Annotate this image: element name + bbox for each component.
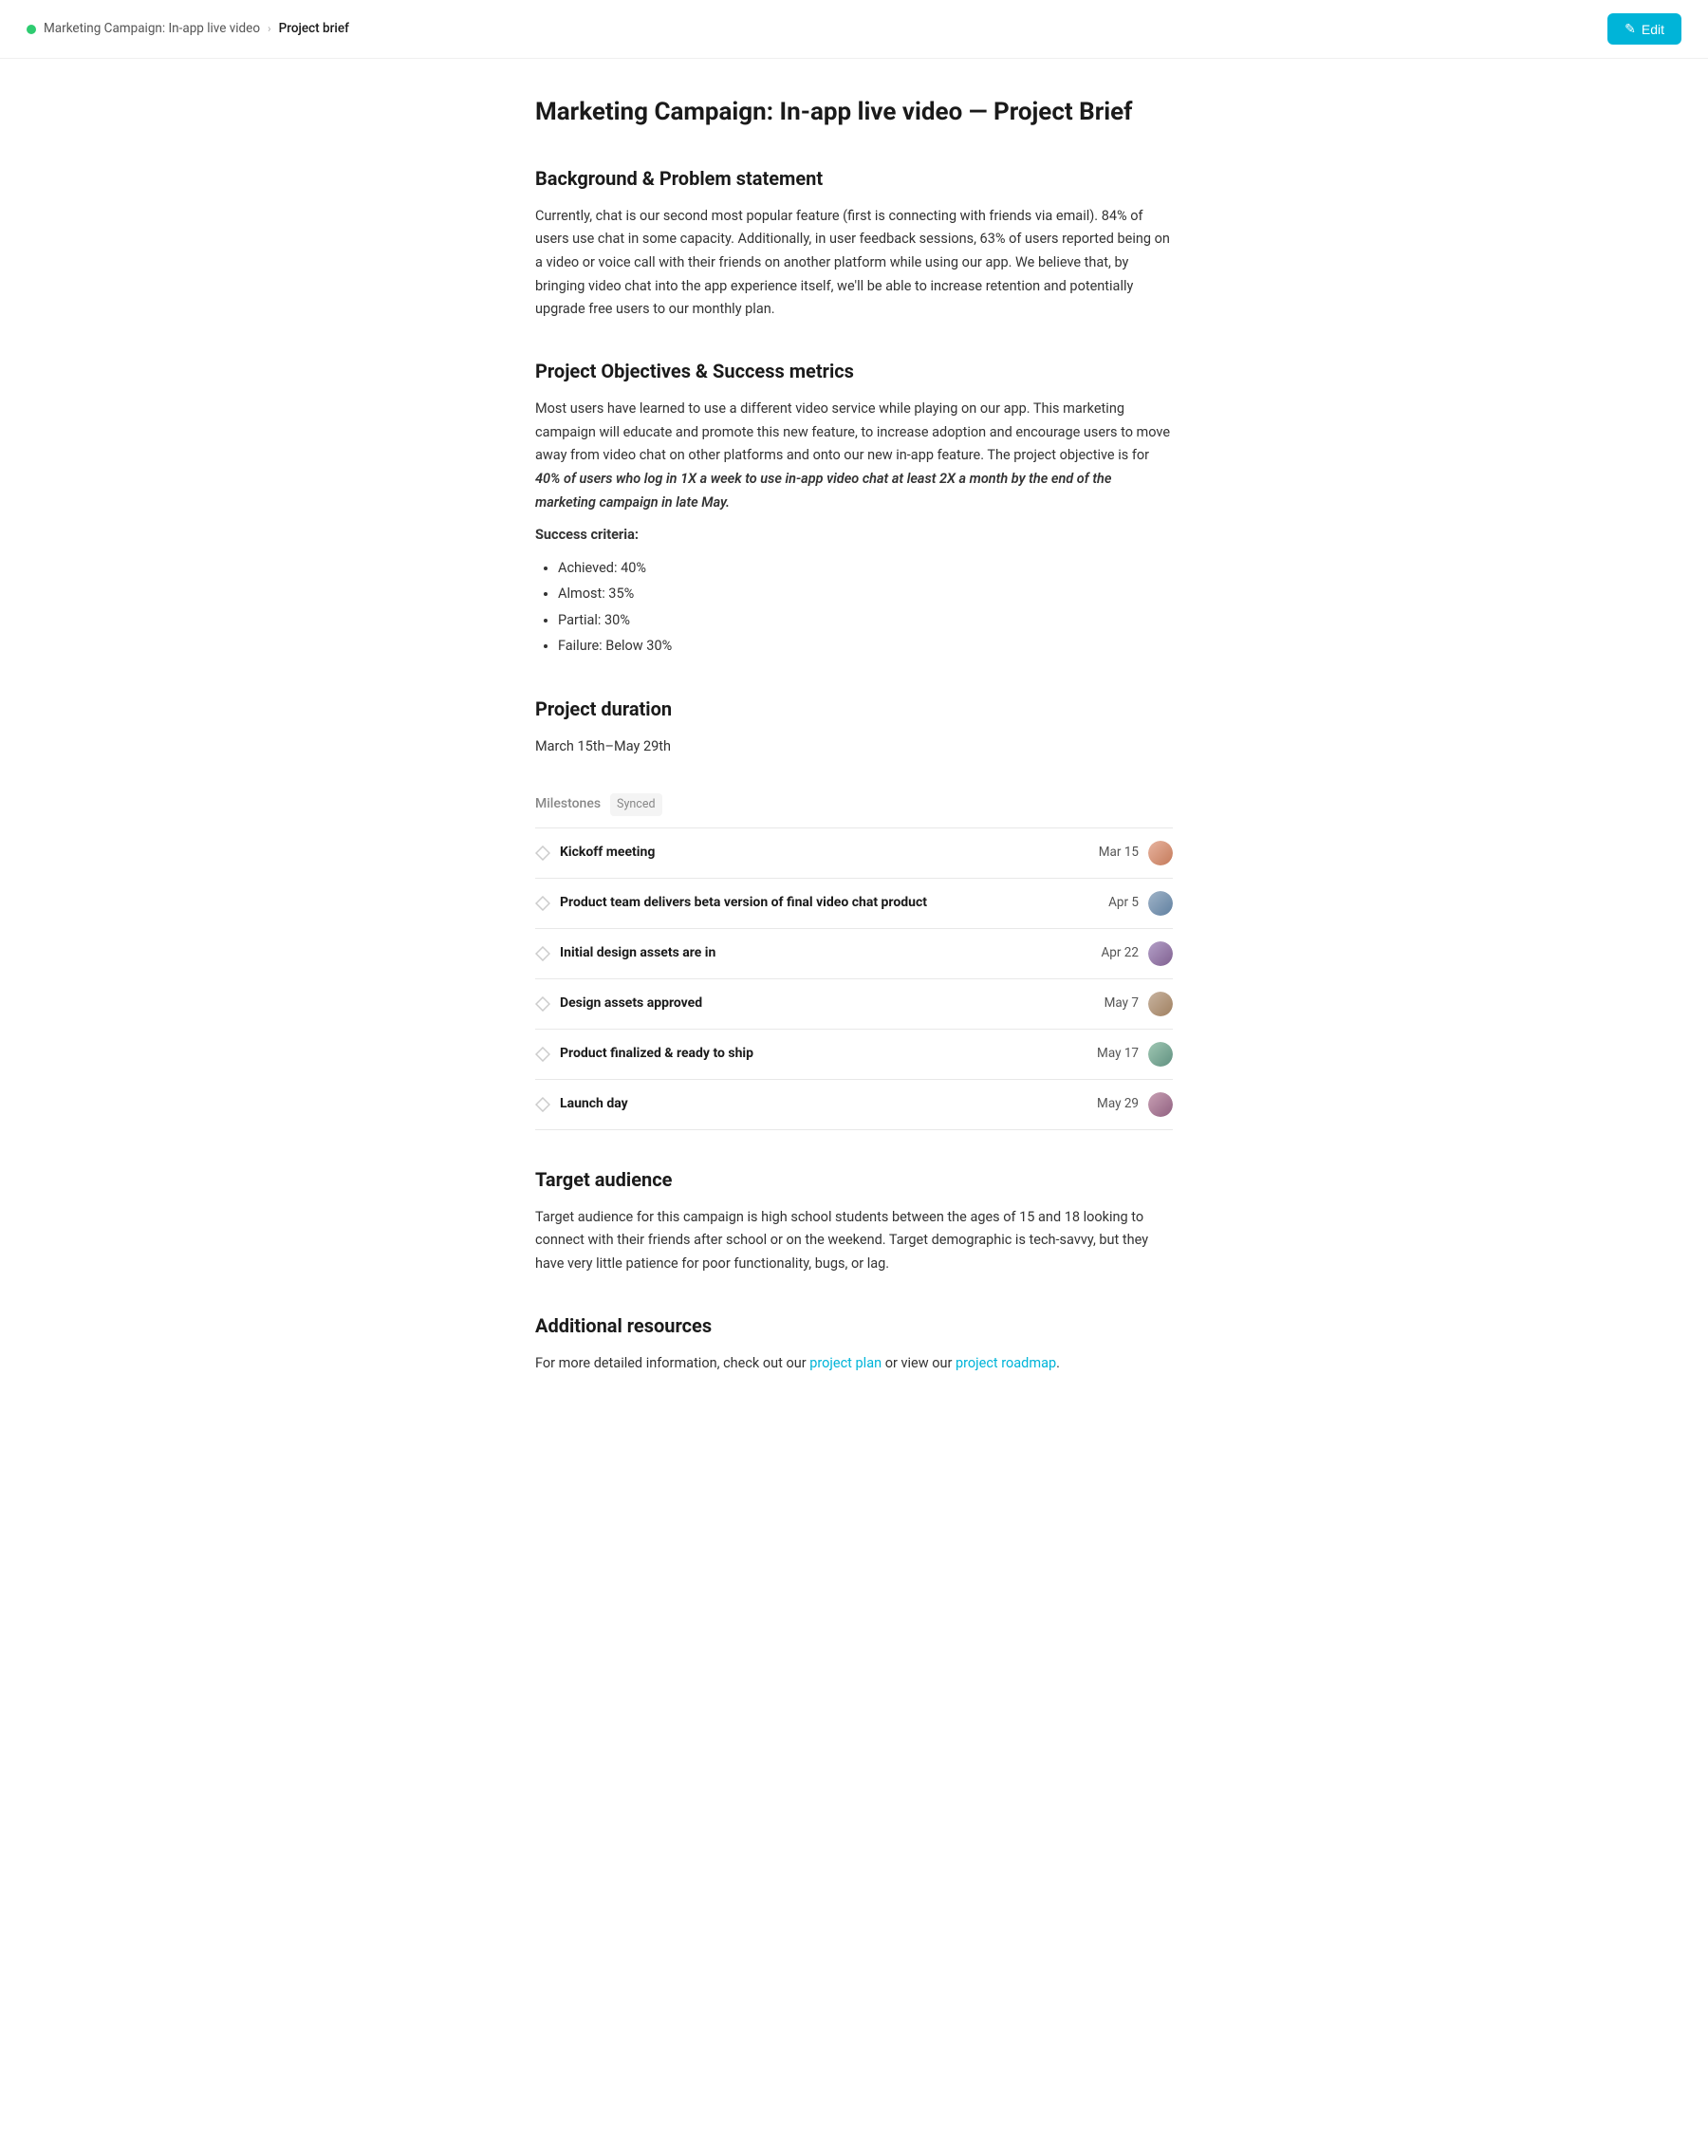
avatar bbox=[1148, 1042, 1173, 1067]
avatar-image bbox=[1148, 1092, 1173, 1117]
avatar-image bbox=[1148, 941, 1173, 966]
project-plan-link[interactable]: project plan bbox=[809, 1355, 882, 1371]
milestone-right: Mar 15 bbox=[1099, 841, 1173, 865]
section-milestones: Milestones Synced Kickoff meeting Mar 15 bbox=[535, 793, 1173, 1130]
edit-button-label: Edit bbox=[1642, 22, 1664, 37]
avatar bbox=[1148, 941, 1173, 966]
resources-prefix: For more detailed information, check out… bbox=[535, 1355, 809, 1371]
milestone-date: Apr 22 bbox=[1102, 943, 1140, 964]
milestone-diamond-icon bbox=[535, 1097, 550, 1112]
milestone-left: Launch day bbox=[535, 1093, 628, 1114]
avatar bbox=[1148, 992, 1173, 1016]
milestone-left: Initial design assets are in bbox=[535, 942, 715, 963]
objectives-italic: 40% of users who log in 1X a week to use… bbox=[535, 471, 1111, 511]
section-objectives-body: Most users have learned to use a differe… bbox=[535, 398, 1173, 514]
section-duration-body: March 15th–May 29th bbox=[535, 735, 1173, 759]
chevron-icon: › bbox=[268, 20, 271, 38]
milestone-diamond-icon bbox=[535, 996, 550, 1012]
project-roadmap-link[interactable]: project roadmap bbox=[956, 1355, 1056, 1371]
objectives-prefix: Most users have learned to use a differe… bbox=[535, 400, 1170, 463]
milestone-date: May 17 bbox=[1097, 1044, 1139, 1065]
avatar-image bbox=[1148, 992, 1173, 1016]
milestone-date: Apr 5 bbox=[1108, 893, 1139, 914]
section-background-heading: Background & Problem statement bbox=[535, 163, 1173, 194]
criteria-item: Almost: 35% bbox=[558, 581, 1173, 607]
section-background-body: Currently, chat is our second most popul… bbox=[535, 205, 1173, 322]
resources-middle: or view our bbox=[882, 1355, 956, 1371]
avatar-image bbox=[1148, 1042, 1173, 1067]
section-duration-heading: Project duration bbox=[535, 694, 1173, 724]
milestone-date: Mar 15 bbox=[1099, 843, 1139, 864]
milestone-name: Design assets approved bbox=[560, 993, 702, 1013]
milestone-right: May 17 bbox=[1097, 1042, 1173, 1067]
milestone-date: May 29 bbox=[1097, 1094, 1139, 1115]
criteria-item: Failure: Below 30% bbox=[558, 633, 1173, 660]
section-objectives-heading: Project Objectives & Success metrics bbox=[535, 356, 1173, 386]
avatar-image bbox=[1148, 841, 1173, 865]
avatar bbox=[1148, 841, 1173, 865]
milestone-diamond-icon bbox=[535, 846, 550, 861]
milestone-name: Initial design assets are in bbox=[560, 942, 715, 963]
top-nav: Marketing Campaign: In-app live video › … bbox=[0, 0, 1708, 59]
section-target-audience: Target audience Target audience for this… bbox=[535, 1164, 1173, 1276]
page-title: Marketing Campaign: In-app live video — … bbox=[535, 97, 1173, 129]
criteria-item: Achieved: 40% bbox=[558, 555, 1173, 582]
milestone-list: Kickoff meeting Mar 15 Product team deli… bbox=[535, 827, 1173, 1130]
milestone-row: Kickoff meeting Mar 15 bbox=[535, 828, 1173, 879]
milestone-date: May 7 bbox=[1105, 994, 1139, 1014]
milestones-header: Milestones Synced bbox=[535, 793, 1173, 816]
section-background: Background & Problem statement Currently… bbox=[535, 163, 1173, 322]
section-target-audience-body: Target audience for this campaign is hig… bbox=[535, 1206, 1173, 1276]
avatar bbox=[1148, 1092, 1173, 1117]
edit-button[interactable]: ✎ Edit bbox=[1607, 13, 1681, 45]
criteria-list: Achieved: 40% Almost: 35% Partial: 30% F… bbox=[535, 555, 1173, 660]
milestone-diamond-icon bbox=[535, 1047, 550, 1062]
breadcrumb: Marketing Campaign: In-app live video › … bbox=[27, 19, 349, 40]
breadcrumb-parent[interactable]: Marketing Campaign: In-app live video bbox=[44, 19, 260, 40]
milestone-name: Product finalized & ready to ship bbox=[560, 1043, 753, 1064]
milestone-name: Product team delivers beta version of fi… bbox=[560, 892, 927, 913]
milestone-row: Product team delivers beta version of fi… bbox=[535, 879, 1173, 929]
milestone-left: Product finalized & ready to ship bbox=[535, 1043, 753, 1064]
milestone-right: May 7 bbox=[1105, 992, 1173, 1016]
milestone-right: Apr 22 bbox=[1102, 941, 1174, 966]
section-duration: Project duration March 15th–May 29th bbox=[535, 694, 1173, 759]
avatar bbox=[1148, 891, 1173, 916]
edit-icon: ✎ bbox=[1624, 21, 1636, 37]
section-additional-resources-heading: Additional resources bbox=[535, 1310, 1173, 1341]
milestone-left: Kickoff meeting bbox=[535, 842, 655, 863]
section-objectives: Project Objectives & Success metrics Mos… bbox=[535, 356, 1173, 660]
criteria-item: Partial: 30% bbox=[558, 607, 1173, 634]
success-criteria-label: Success criteria: bbox=[535, 524, 1173, 548]
milestone-name: Launch day bbox=[560, 1093, 628, 1114]
milestone-row: Initial design assets are in Apr 22 bbox=[535, 929, 1173, 979]
avatar-image bbox=[1148, 891, 1173, 916]
milestone-right: Apr 5 bbox=[1108, 891, 1173, 916]
milestone-row: Design assets approved May 7 bbox=[535, 979, 1173, 1030]
section-target-audience-heading: Target audience bbox=[535, 1164, 1173, 1195]
milestone-name: Kickoff meeting bbox=[560, 842, 655, 863]
section-additional-resources: Additional resources For more detailed i… bbox=[535, 1310, 1173, 1376]
milestone-right: May 29 bbox=[1097, 1092, 1173, 1117]
main-content: Marketing Campaign: In-app live video — … bbox=[512, 59, 1196, 1485]
resources-suffix: . bbox=[1056, 1355, 1060, 1371]
milestone-row: Product finalized & ready to ship May 17 bbox=[535, 1030, 1173, 1080]
milestone-diamond-icon bbox=[535, 896, 550, 911]
breadcrumb-current: Project brief bbox=[279, 19, 349, 40]
status-dot bbox=[27, 25, 36, 34]
milestone-diamond-icon bbox=[535, 946, 550, 961]
synced-badge: Synced bbox=[610, 793, 661, 816]
section-additional-resources-body: For more detailed information, check out… bbox=[535, 1352, 1173, 1376]
milestone-left: Design assets approved bbox=[535, 993, 702, 1013]
milestone-left: Product team delivers beta version of fi… bbox=[535, 892, 927, 913]
milestones-label: Milestones bbox=[535, 793, 601, 814]
milestone-row: Launch day May 29 bbox=[535, 1080, 1173, 1130]
